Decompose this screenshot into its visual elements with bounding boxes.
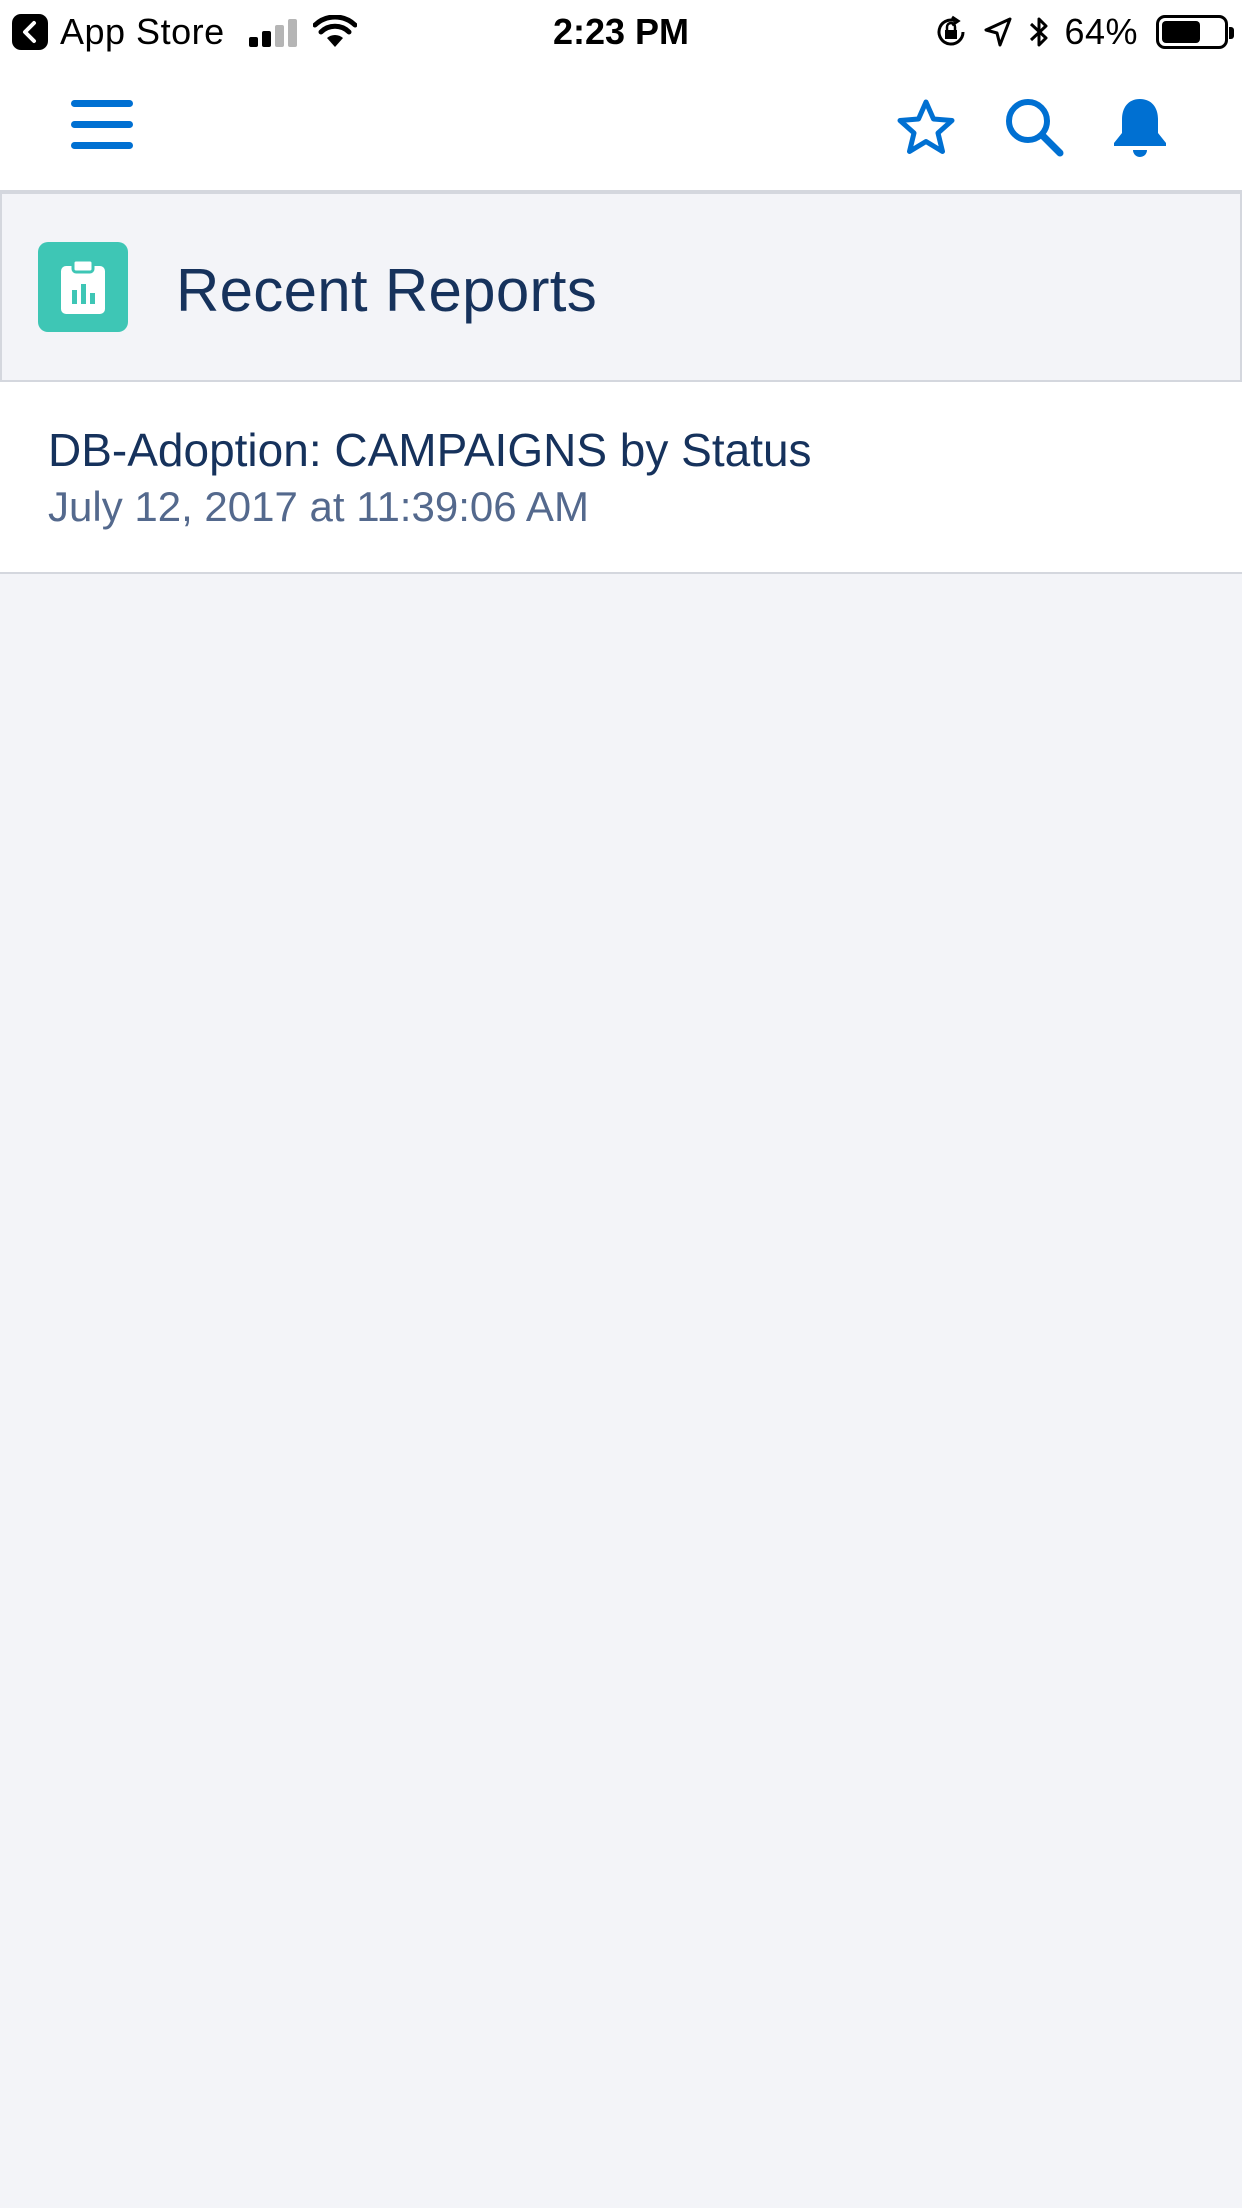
status-bar-right: 64% — [934, 10, 1234, 54]
bell-icon — [1114, 99, 1166, 157]
reports-list: DB-Adoption: CAMPAIGNS by Status July 12… — [0, 382, 1242, 574]
page-title: Recent Reports — [176, 257, 598, 324]
status-bar: App Store 2:23 PM 64% — [0, 0, 1242, 62]
report-date: July 12, 2017 at 11:39:06 AM — [48, 483, 589, 530]
report-list-item[interactable]: DB-Adoption: CAMPAIGNS by Status July 12… — [0, 382, 1242, 574]
battery-fill — [1162, 21, 1201, 43]
location-arrow-icon — [984, 17, 1012, 47]
notifications-button[interactable] — [1098, 92, 1182, 162]
search-icon — [1006, 99, 1064, 157]
report-icon — [38, 242, 128, 332]
page-header: Recent Reports — [0, 192, 1242, 382]
app-nav-bar — [0, 62, 1242, 192]
orientation-lock-icon — [937, 15, 965, 46]
favorites-button[interactable] — [884, 92, 968, 162]
report-title[interactable]: DB-Adoption: CAMPAIGNS by Status — [48, 422, 1194, 478]
search-button[interactable] — [992, 92, 1076, 162]
battery-percent: 64% — [1064, 11, 1138, 52]
bluetooth-icon — [1030, 17, 1048, 47]
menu-button[interactable] — [60, 92, 144, 158]
star-icon — [897, 99, 955, 154]
battery-icon — [1156, 15, 1234, 49]
menu-icon — [71, 100, 133, 149]
